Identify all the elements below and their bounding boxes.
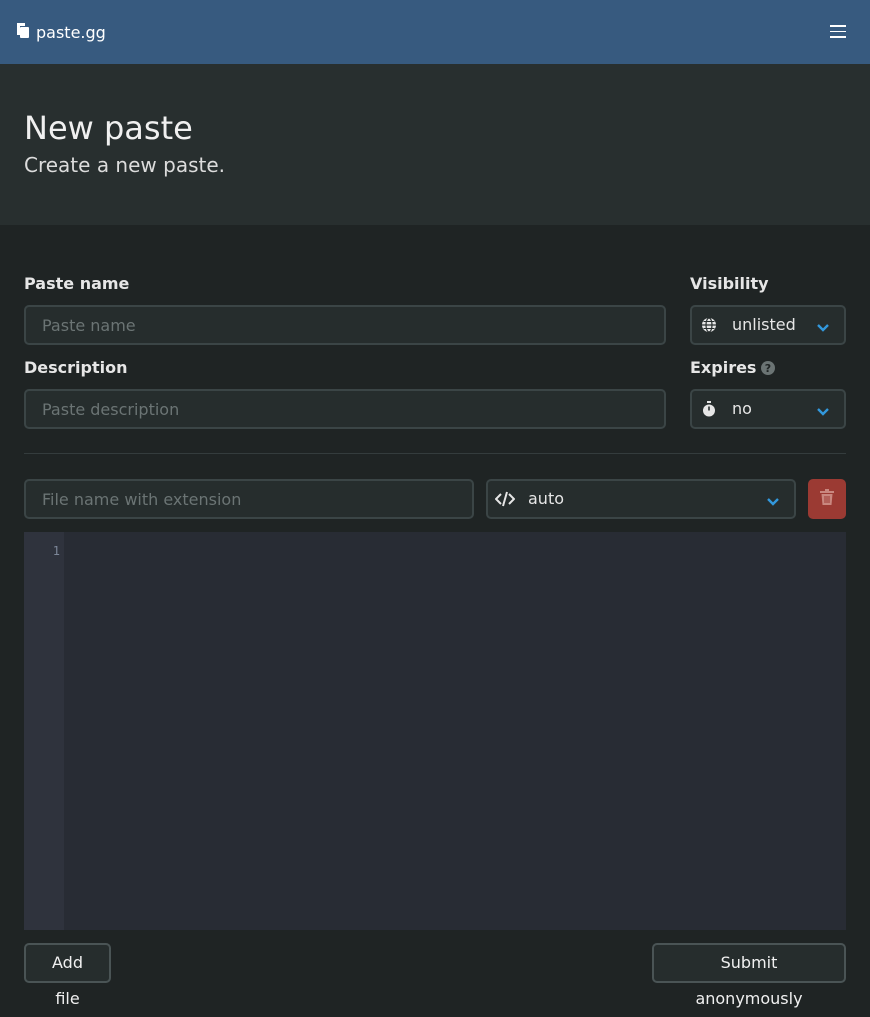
hero-section: New paste Create a new paste. — [0, 64, 870, 225]
svg-text:?: ? — [765, 362, 771, 375]
brand-name: paste.gg — [36, 22, 106, 42]
question-circle-icon[interactable]: ? — [760, 360, 776, 376]
chevron-down-icon — [816, 319, 830, 332]
code-editor: 1 — [24, 532, 846, 930]
page-subtitle: Create a new paste. — [24, 153, 225, 177]
visibility-label: Visibility — [690, 274, 769, 293]
file-name-input[interactable] — [24, 479, 474, 519]
add-file-button[interactable]: Add file — [24, 943, 111, 1008]
line-number: 1 — [52, 544, 60, 558]
expires-label: Expires — [690, 358, 757, 377]
hamburger-menu-icon[interactable] — [830, 25, 846, 39]
code-textarea[interactable] — [64, 532, 846, 930]
delete-file-button[interactable] — [808, 479, 846, 519]
stopwatch-icon — [701, 401, 717, 417]
top-navbar: paste.gg — [0, 0, 870, 64]
copy-icon — [16, 22, 31, 42]
chevron-down-icon — [816, 403, 830, 416]
line-number-gutter: 1 — [24, 532, 64, 930]
page-title: New paste — [24, 109, 193, 147]
submit-anonymously-button[interactable]: Submit anonymously — [652, 943, 846, 1008]
section-divider — [24, 453, 846, 454]
chevron-down-icon — [766, 493, 780, 506]
expires-select[interactable]: no — [690, 389, 846, 429]
description-label: Description — [24, 358, 128, 377]
visibility-select[interactable]: unlisted — [690, 305, 846, 345]
code-icon — [494, 491, 517, 507]
language-select[interactable]: auto — [486, 479, 796, 519]
description-input[interactable] — [24, 389, 666, 429]
visibility-value: unlisted — [732, 315, 796, 334]
expires-value: no — [732, 399, 752, 418]
brand-link[interactable]: paste.gg — [16, 22, 106, 42]
paste-name-input[interactable] — [24, 305, 666, 345]
globe-icon — [701, 317, 717, 333]
language-value: auto — [528, 489, 565, 508]
trash-icon — [820, 489, 834, 509]
paste-name-label: Paste name — [24, 274, 130, 293]
